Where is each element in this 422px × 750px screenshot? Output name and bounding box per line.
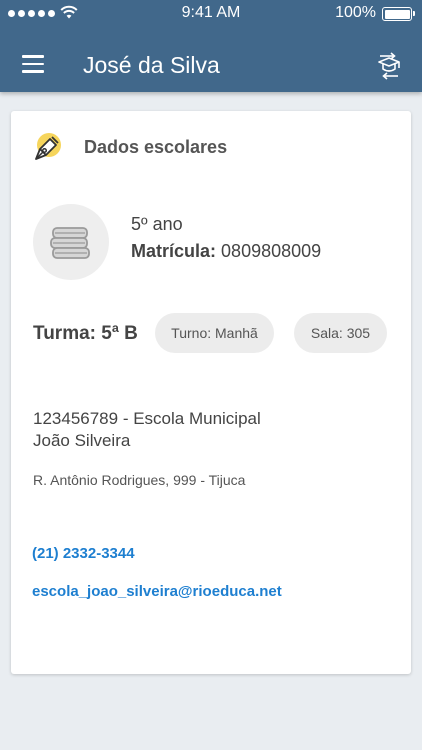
class-name: Turma: 5ª B: [33, 323, 138, 344]
school-data-card: Dados escolares 5º ano Matrícula: 080980…: [11, 111, 411, 674]
books-icon: [50, 227, 90, 259]
hamburger-menu-icon[interactable]: [22, 55, 44, 73]
shift-chip: Turno: Manhã: [155, 313, 274, 353]
email-link[interactable]: escola_joao_silveira@rioeduca.net: [32, 583, 282, 600]
battery-percentage: 100%: [335, 4, 376, 21]
switch-student-icon[interactable]: [374, 48, 404, 84]
avatar: [33, 204, 109, 280]
enrollment-info: Matrícula: 0809808009: [131, 241, 321, 262]
status-bar: 9:41 AM 100%: [0, 0, 422, 28]
grade-label: 5º ano: [131, 214, 183, 234]
app-header: 9:41 AM 100% José da Silva: [0, 0, 422, 92]
battery-icon: [382, 7, 415, 21]
school-name-line-1: 123456789 - Escola Municipal: [33, 409, 261, 428]
school-name-line-2: João Silveira: [33, 431, 131, 450]
school-name: 123456789 - Escola Municipal João Silvei…: [33, 408, 333, 452]
room-chip: Sala: 305: [294, 313, 387, 353]
enrollment-value: 0809808009: [221, 241, 322, 261]
phone-link[interactable]: (21) 2332-3344: [32, 545, 135, 562]
section-title: Dados escolares: [84, 137, 228, 157]
page-title: José da Silva: [83, 52, 220, 78]
pen-nib-icon: [35, 133, 61, 160]
enrollment-label: Matrícula:: [131, 241, 217, 261]
school-address: R. Antônio Rodrigues, 999 - Tijuca: [33, 472, 246, 488]
